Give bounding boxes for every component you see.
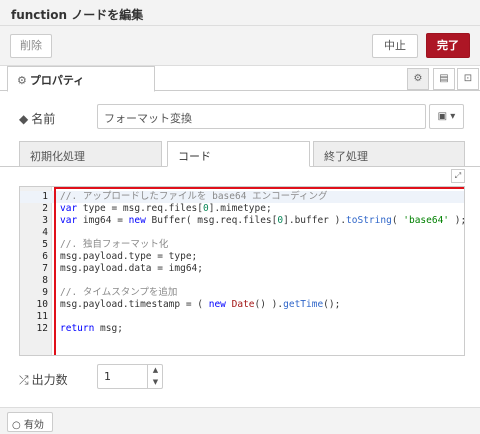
tab-code[interactable]: コード xyxy=(167,141,310,167)
tray-title: function ノードを編集 xyxy=(11,8,144,22)
function-subtabs: 初期化処理 コード 終了処理 xyxy=(0,141,480,167)
name-input[interactable]: フォーマット変換 xyxy=(97,104,426,129)
spinner-down-icon[interactable]: ▼ xyxy=(148,376,163,388)
line-number: 8 xyxy=(42,275,48,286)
gear-icon: ⚙ xyxy=(17,74,27,87)
tray-header: function ノードを編集 xyxy=(0,0,480,26)
outputs-spinner[interactable]: ▲ ▼ xyxy=(147,364,163,389)
line-number: 10 xyxy=(36,299,48,310)
line-number: 11 xyxy=(36,311,48,322)
settings-tab-icon[interactable]: ⚙ xyxy=(407,68,429,90)
done-button[interactable]: 完了 xyxy=(426,33,470,58)
gear-icon: ⚙ xyxy=(413,73,423,84)
delete-button[interactable]: 削除 xyxy=(10,34,52,58)
appearance-tab-icon[interactable]: ⊡ xyxy=(457,68,479,90)
line-number: 4 xyxy=(42,227,48,238)
line-number: 5 xyxy=(42,239,48,250)
code-highlight-box xyxy=(54,187,464,355)
code-editor[interactable]: 1//. アップロードしたファイルを base64 エンコーディング 2 var t… xyxy=(19,186,465,356)
line-number: 2 xyxy=(42,203,48,214)
circle-icon: ○ xyxy=(12,420,21,431)
line-number: 9 xyxy=(42,287,48,298)
name-label-text: 名前 xyxy=(31,112,56,126)
document-icon: ▤ xyxy=(439,73,449,84)
line-number: 12 xyxy=(36,323,48,334)
cancel-button[interactable]: 中止 xyxy=(372,34,418,58)
tray-footer: ○ 有効 xyxy=(0,407,480,434)
library-select-button[interactable]: ▣ ▾ xyxy=(429,104,464,129)
tray-toolbar: 削除 中止 完了 xyxy=(0,26,480,66)
line-number: 3 xyxy=(42,215,48,226)
name-label: ◆ 名前 xyxy=(19,110,55,127)
shuffle-icon: ⤮ xyxy=(19,373,29,387)
book-icon: ▣ ▾ xyxy=(437,111,456,122)
frame-icon: ⊡ xyxy=(463,73,473,84)
outputs-label-text: 出力数 xyxy=(31,373,68,387)
line-number: 6 xyxy=(42,251,48,262)
tabs-row: ⚙ プロパティ ⚙ ▤ ⊡ xyxy=(0,66,480,92)
description-tab-icon[interactable]: ▤ xyxy=(433,68,455,90)
outputs-label: ⤮ 出力数 xyxy=(19,371,68,388)
line-number: 7 xyxy=(42,263,48,274)
spinner-up-icon[interactable]: ▲ xyxy=(148,364,163,376)
expand-editor-icon[interactable]: ⤢ xyxy=(451,169,465,183)
tab-setup[interactable]: 初期化処理 xyxy=(19,141,162,167)
enable-label: 有効 xyxy=(23,420,44,431)
line-number: 1 xyxy=(42,191,48,202)
enable-toggle[interactable]: ○ 有効 xyxy=(7,412,53,432)
tab-properties-label: プロパティ xyxy=(29,74,85,87)
tab-properties[interactable]: ⚙ プロパティ xyxy=(7,66,155,92)
tab-close[interactable]: 終了処理 xyxy=(313,141,465,167)
tag-icon: ◆ xyxy=(19,112,29,126)
